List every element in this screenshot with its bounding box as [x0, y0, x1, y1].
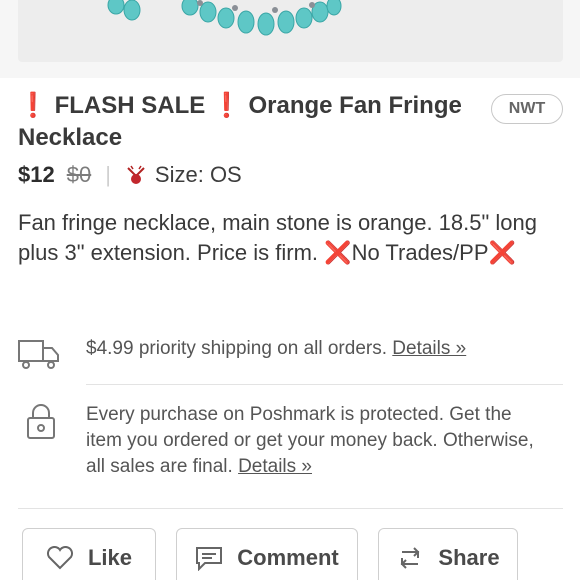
- exclamation-icon: ❗: [18, 92, 48, 119]
- heart-icon: [46, 546, 73, 570]
- share-icon: [401, 547, 420, 569]
- action-bar: Like Comment Share: [0, 528, 580, 580]
- listing-description: Fan fringe necklace, main stone is orang…: [18, 208, 563, 268]
- price: $12: [18, 162, 55, 187]
- shipping-price-text: $4.99 priority shipping on all orders.: [86, 338, 393, 359]
- product-image[interactable]: [0, 0, 580, 78]
- divider: [86, 384, 563, 385]
- listing-title: ❗ FLASH SALE ❗ Orange Fan Fringe Necklac…: [18, 90, 483, 154]
- cross-mark-icon: ❌: [324, 240, 352, 265]
- hanger-icon: [125, 164, 147, 186]
- comment-button[interactable]: Comment: [176, 528, 358, 580]
- exclamation-icon: ❗: [211, 92, 242, 119]
- title-flash-sale: FLASH SALE: [54, 92, 206, 119]
- price-separator: |: [105, 162, 111, 187]
- shipping-details-link[interactable]: Details »: [392, 338, 466, 359]
- share-label: Share: [438, 545, 500, 570]
- truck-icon: [18, 338, 62, 370]
- protection-details-link[interactable]: Details »: [238, 456, 312, 477]
- comment-icon: [196, 547, 223, 571]
- comment-label: Comment: [237, 545, 339, 570]
- like-button[interactable]: Like: [22, 528, 156, 580]
- price-row: $12 $0 | Size: OS: [18, 160, 242, 190]
- description-text-2: No Trades/PP: [351, 240, 489, 265]
- size-label: Size: OS: [154, 162, 242, 187]
- condition-badge: NWT: [491, 94, 563, 124]
- shipping-info: $4.99 priority shipping on all orders. D…: [18, 336, 563, 376]
- lock-icon: [26, 404, 56, 440]
- share-button[interactable]: Share: [378, 528, 518, 580]
- original-price: $0: [66, 162, 92, 187]
- protection-text: Every purchase on Poshmark is protected.…: [86, 402, 546, 480]
- cross-mark-icon: ❌: [488, 240, 516, 265]
- necklace-beads-graphic: [107, 0, 342, 36]
- divider: [18, 508, 563, 509]
- like-label: Like: [87, 545, 133, 570]
- shipping-text: $4.99 priority shipping on all orders. D…: [86, 338, 466, 360]
